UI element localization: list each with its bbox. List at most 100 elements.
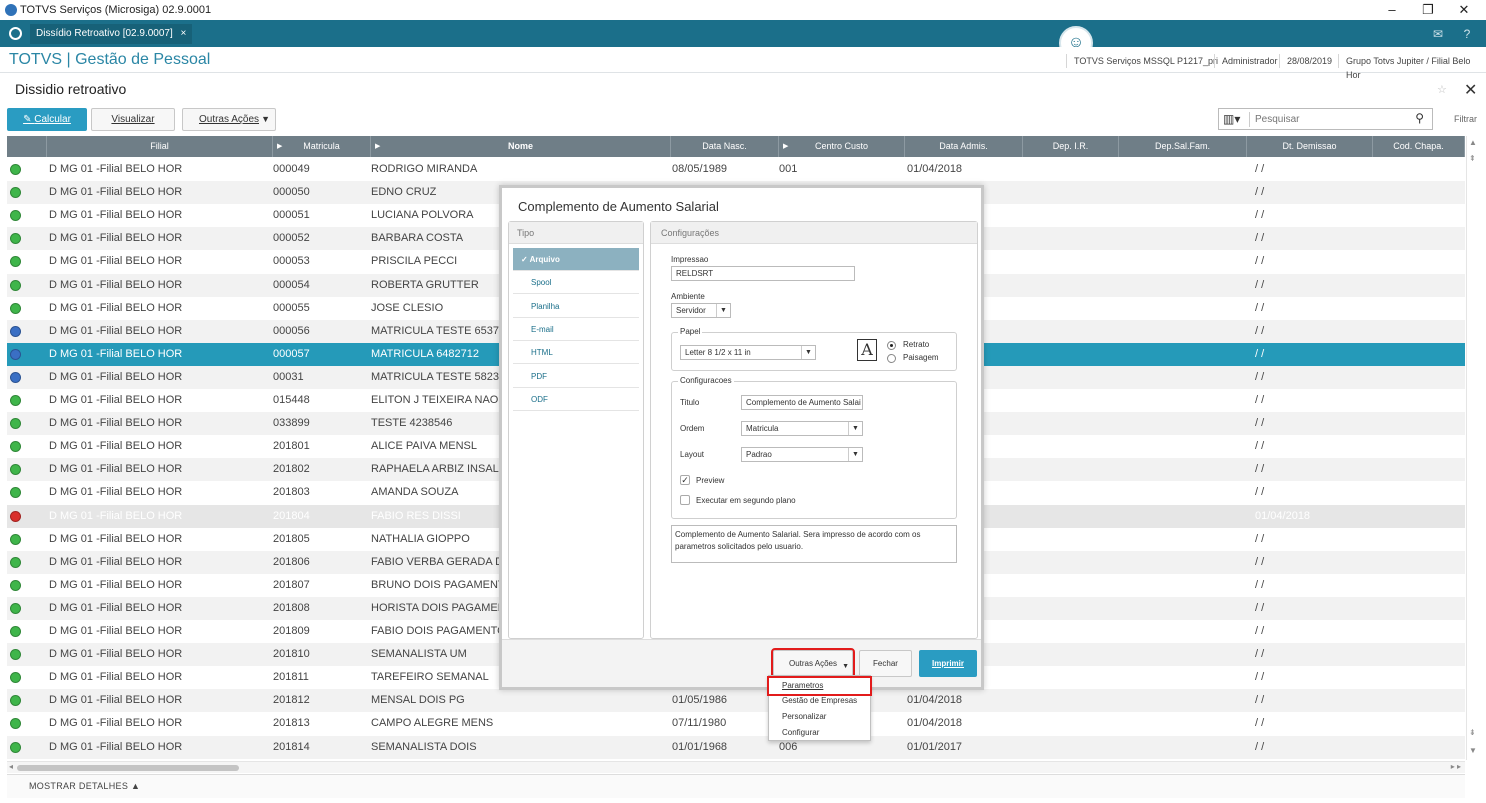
grid-header-col[interactable]: Data Nasc. <box>671 136 779 157</box>
cell-dem: / / <box>1255 648 1265 661</box>
table-row[interactable]: D MG 01 -Filial BELO HOR 201812 MENSAL DOI… <box>7 689 1465 713</box>
imprimir-button[interactable]: Imprimir <box>919 650 977 677</box>
dialog-outras-acoes-button[interactable]: Outras Ações ▼ <box>771 648 855 679</box>
ordem-select[interactable]: Matricula ▼ <box>741 421 863 436</box>
cell-filial: D MG 01 -Filial BELO HOR <box>49 601 183 614</box>
grid-header-col[interactable]: ▶ Nome <box>371 136 671 157</box>
scroll-right-icon[interactable]: ▸ ▸ <box>1451 762 1461 771</box>
tab-close-icon[interactable]: × <box>181 28 187 39</box>
scroll-left-icon[interactable]: ◂ <box>9 762 13 771</box>
search-input[interactable] <box>1255 112 1405 127</box>
page-close-button[interactable]: ✕ <box>1464 80 1477 100</box>
cell-filial: D MG 01 -Filial BELO HOR <box>49 370 183 383</box>
configuracoes-panel: Configurações Impressao RELDSRT Ambiente… <box>650 221 978 639</box>
tipo-item[interactable]: Planilha <box>513 295 639 318</box>
outras-acoes-button[interactable]: Outras Ações ▼ <box>182 108 276 131</box>
page-title: Dissidio retroativo <box>15 81 127 97</box>
search-icon[interactable]: ⚲ <box>1415 111 1424 125</box>
grid-header-col[interactable]: Data Admis. <box>905 136 1023 157</box>
fechar-button[interactable]: Fechar <box>859 650 912 677</box>
menu-item-parametros[interactable]: Parametros <box>767 676 872 696</box>
calcular-button[interactable]: ✎ Calcular <box>7 108 87 131</box>
impressao-field[interactable]: RELDSRT <box>671 266 855 281</box>
tipo-item[interactable]: PDF <box>513 365 639 388</box>
window-title: TOTVS Serviços (Microsiga) 02.9.0001 <box>20 4 212 16</box>
menu-item-configurar[interactable]: Configurar <box>769 725 870 741</box>
cell-dem: / / <box>1255 278 1265 291</box>
paisagem-radio[interactable] <box>887 354 896 363</box>
cell-filial: D MG 01 -Filial BELO HOR <box>49 417 183 430</box>
retrato-radio[interactable] <box>887 341 896 350</box>
tipo-item[interactable]: Spool <box>513 271 639 295</box>
vertical-scrollbar[interactable]: ▲ ⇞ ⇟ ▼ <box>1466 136 1479 760</box>
tab-dissidio-retroativo[interactable]: Dissídio Retroativo [02.9.0007] × <box>30 24 193 44</box>
titulo-field[interactable]: Complemento de Aumento Salai <box>741 395 863 410</box>
cell-filial: D MG 01 -Filial BELO HOR <box>49 347 183 360</box>
grid-header-col[interactable]: Dep. I.R. <box>1023 136 1119 157</box>
mail-icon[interactable]: ✉ <box>1430 26 1446 42</box>
cell-nome: ELITON J TEIXEIRA NAO U <box>371 394 501 406</box>
grid-header-col[interactable]: Dep.Sal.Fam. <box>1119 136 1247 157</box>
grid-header-col[interactable]: Filial <box>47 136 273 157</box>
layout-value: Padrao <box>746 450 772 459</box>
cell-filial: D MG 01 -Filial BELO HOR <box>49 532 183 545</box>
grid-header-col[interactable]: ▶ Matricula <box>273 136 371 157</box>
grid-header-col[interactable]: ▶ Centro Custo <box>779 136 905 157</box>
scroll-thumb[interactable] <box>17 765 239 771</box>
cell-nome: CAMPO ALEGRE MENS <box>371 717 494 730</box>
search-box: ▥▾ ⚲ <box>1218 108 1433 130</box>
cell-dem: / / <box>1255 209 1265 222</box>
cell-mat: 201811 <box>273 671 309 684</box>
segundo-plano-checkbox[interactable] <box>680 495 690 505</box>
columns-icon[interactable]: ▥▾ <box>1223 112 1240 126</box>
tipo-item[interactable]: ✓ Arquivo <box>513 248 639 271</box>
layout-select[interactable]: Padrao ▼ <box>741 447 863 462</box>
tipo-item[interactable]: ODF <box>513 388 639 411</box>
cell-dem: / / <box>1255 370 1265 383</box>
scroll-up-icon[interactable]: ▲ <box>1469 138 1477 147</box>
status-green-icon <box>10 187 21 199</box>
menu-item-personalizar[interactable]: Personalizar <box>769 709 870 725</box>
window-close-button[interactable]: ✕ <box>1456 2 1472 18</box>
tipo-item-label: Spool <box>531 278 552 288</box>
status-green-icon <box>10 441 21 453</box>
horizontal-scrollbar[interactable]: ◂ ▸ ▸ <box>7 761 1465 773</box>
status-green-icon <box>10 395 21 406</box>
mostrar-detalhes-bar[interactable]: MOSTRAR DETALHES ▲ <box>7 774 1465 798</box>
table-row[interactable]: D MG 01 -Filial BELO HOR 201813 CAMPO ALEG… <box>7 712 1465 735</box>
menu-item-gestao-empresas[interactable]: Gestão de Empresas <box>769 693 870 709</box>
paisagem-label: Paisagem <box>903 353 939 362</box>
cell-nome: MENSAL DOIS PG <box>371 694 465 707</box>
filtrar-link[interactable]: Filtrar <box>1454 114 1477 124</box>
visualizar-button[interactable]: Visualizar <box>91 108 175 131</box>
app-title: TOTVS | Gestão de Pessoal <box>9 51 211 68</box>
tipo-item[interactable]: E-mail <box>513 318 639 341</box>
grid-header-col[interactable]: Dt. Demissao <box>1247 136 1373 157</box>
home-icon[interactable] <box>9 27 22 40</box>
grid-header-col[interactable]: Cod. Chapa. <box>1373 136 1465 157</box>
preview-checkbox[interactable]: ✓ <box>680 475 690 485</box>
help-icon[interactable]: ? <box>1459 26 1475 42</box>
tab-bar: Dissídio Retroativo [02.9.0007] × ☺ ✉ ? <box>0 20 1486 60</box>
cell-mat: 201803 <box>273 486 310 499</box>
dialog-footer: Outras Ações ▼ Fechar Imprimir <box>502 639 981 687</box>
grid-header-label: Nome <box>507 141 533 151</box>
tipo-item[interactable]: HTML <box>513 341 639 365</box>
minimize-button[interactable]: – <box>1384 2 1400 18</box>
grid-header-label: Dep. I.R. <box>1052 141 1089 151</box>
mostrar-detalhes-label[interactable]: MOSTRAR DETALHES ▲ <box>29 781 140 791</box>
scroll-down-icon[interactable]: ▼ <box>1469 746 1477 755</box>
table-row[interactable]: D MG 01 -Filial BELO HOR 201814 SEMANALIST… <box>7 735 1465 759</box>
scroll-page-up-icon[interactable]: ⇞ <box>1469 154 1476 163</box>
scroll-page-down-icon[interactable]: ⇟ <box>1469 728 1476 737</box>
chevron-down-icon: ▼ <box>848 422 862 435</box>
favorite-star-icon[interactable]: ☆ <box>1437 83 1447 96</box>
cell-nome: NATHALIA GIOPPO <box>371 532 470 545</box>
papel-select[interactable]: Letter 8 1/2 x 11 in ▼ <box>680 345 816 360</box>
restore-button[interactable]: ❐ <box>1420 2 1436 18</box>
cell-nome: EDNO CRUZ <box>371 186 437 199</box>
table-row[interactable]: D MG 01 -Filial BELO HOR 000049 RODRIGO MI… <box>7 158 1465 181</box>
cell-filial: D MG 01 -Filial BELO HOR <box>49 209 183 222</box>
grid-header-status <box>7 136 47 157</box>
ambiente-select[interactable]: Servidor ▼ <box>671 303 731 318</box>
